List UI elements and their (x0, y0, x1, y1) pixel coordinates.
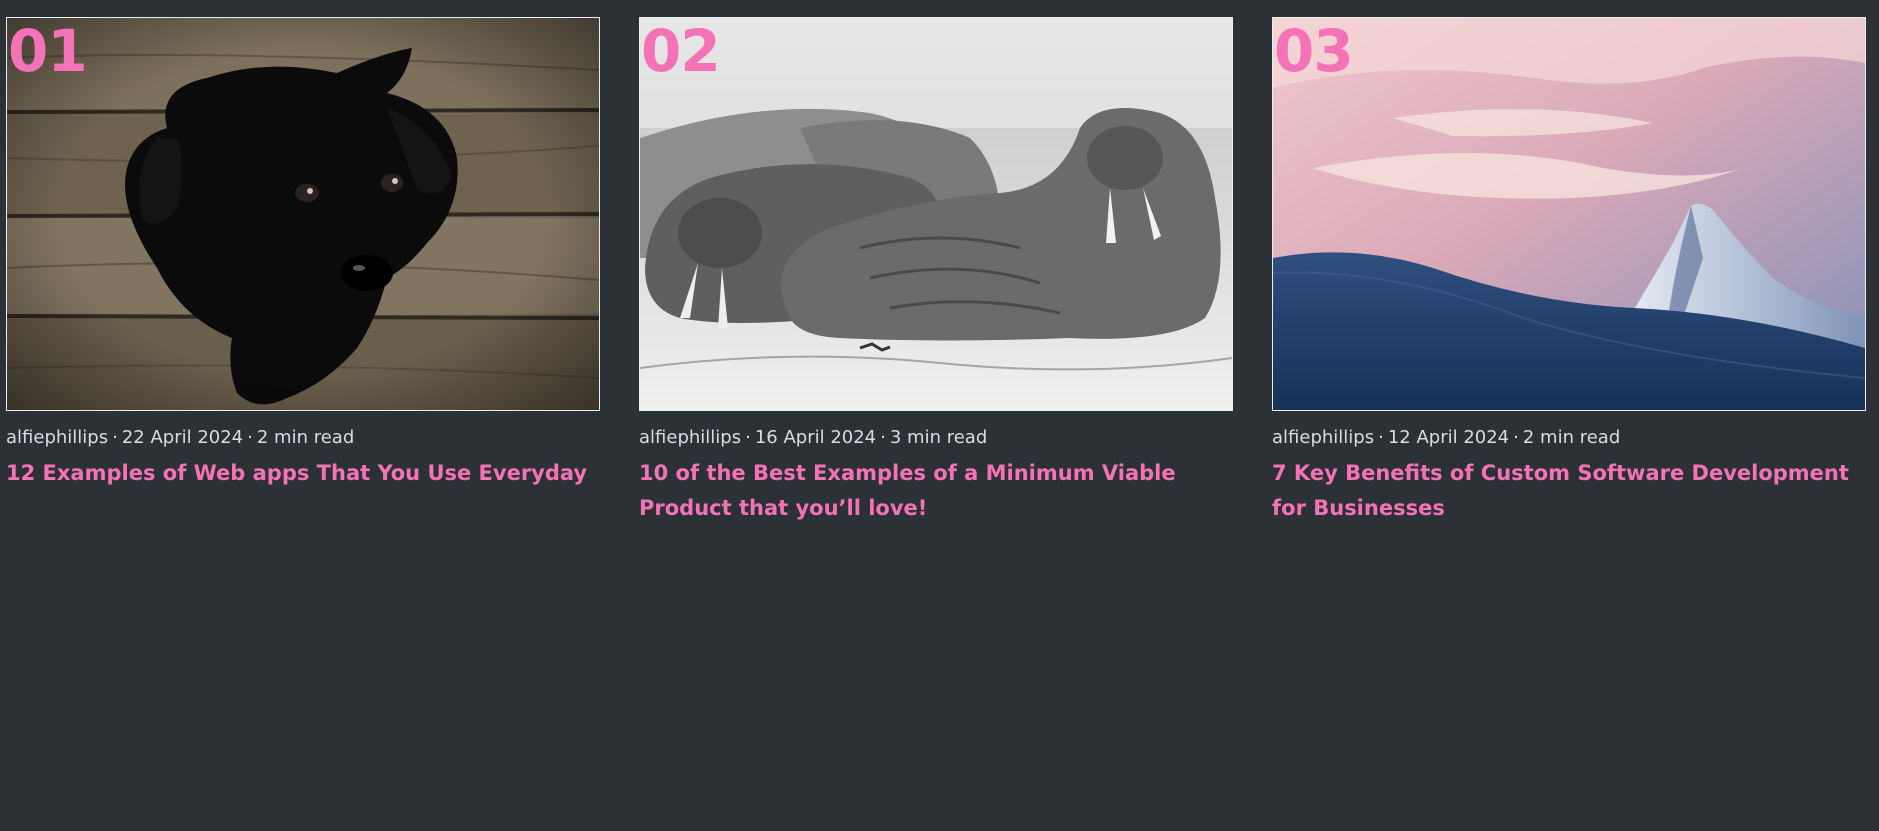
post-author[interactable]: alfiephillips (1272, 427, 1374, 448)
post-card[interactable]: 02 alfiephillips · 16 April 2024 · 3 min rea… (639, 17, 1233, 526)
post-meta: alfiephillips · 22 April 2024 · 2 min read (6, 427, 600, 449)
post-number: 03 (1274, 17, 1354, 85)
post-read-time: 2 min read (256, 427, 355, 448)
post-thumbnail-walrus[interactable]: 02 (639, 17, 1233, 411)
separator-dot: · (1378, 427, 1384, 448)
post-number: 01 (8, 17, 88, 85)
walrus-image (640, 18, 1232, 410)
puppy-image (7, 18, 599, 410)
post-read-time: 2 min read (1522, 427, 1621, 448)
post-author[interactable]: alfiephillips (6, 427, 108, 448)
post-date: 12 April 2024 (1387, 427, 1510, 448)
post-read-time: 3 min read (889, 427, 988, 448)
mountain-image (1273, 18, 1865, 410)
post-date: 22 April 2024 (121, 427, 244, 448)
separator-dot: · (112, 427, 118, 448)
post-meta: alfiephillips · 16 April 2024 · 3 min read (639, 427, 1233, 449)
post-number: 02 (641, 17, 721, 85)
post-author[interactable]: alfiephillips (639, 427, 741, 448)
separator-dot: · (880, 427, 886, 448)
post-title-link[interactable]: 7 Key Benefits of Custom Software Develo… (1272, 456, 1862, 526)
post-meta: alfiephillips · 12 April 2024 · 2 min read (1272, 427, 1866, 449)
post-title-link[interactable]: 10 of the Best Examples of a Minimum Via… (639, 456, 1229, 526)
post-thumbnail-mountain[interactable]: 03 (1272, 17, 1866, 411)
post-thumbnail-puppy[interactable]: 01 (6, 17, 600, 411)
separator-dot: · (745, 427, 751, 448)
post-date: 16 April 2024 (754, 427, 877, 448)
post-title-link[interactable]: 12 Examples of Web apps That You Use Eve… (6, 456, 596, 491)
post-card[interactable]: 03 alfiephillips · 12 April 2024 · 2 min rea… (1272, 17, 1866, 526)
post-card[interactable]: 01 alfiephillips · 22 April 2024 · 2 min rea… (6, 17, 600, 526)
post-grid: 01 alfiephillips · 22 April 2024 · 2 min rea… (6, 17, 1866, 526)
separator-dot: · (1513, 427, 1519, 448)
separator-dot: · (247, 427, 253, 448)
